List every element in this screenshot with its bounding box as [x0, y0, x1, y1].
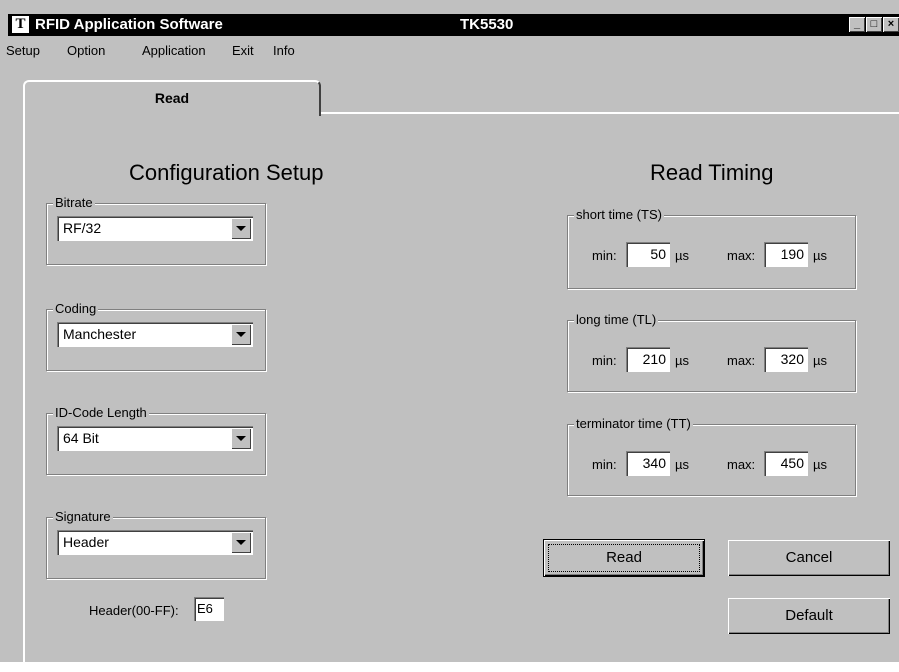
coding-label: Coding — [53, 301, 99, 316]
terminator-min-unit: µs — [675, 457, 689, 472]
short-min-label: min: — [592, 248, 617, 263]
menu-info[interactable]: Info — [273, 43, 295, 58]
short-min-unit: µs — [675, 248, 689, 263]
chevron-down-icon[interactable] — [231, 532, 251, 553]
short-time-label: short time (TS) — [574, 207, 664, 222]
long-min-label: min: — [592, 353, 617, 368]
long-min-unit: µs — [675, 353, 689, 368]
menu-setup[interactable]: Setup — [6, 43, 40, 58]
long-time-group: long time (TL) min: 210 µs max: 320 µs — [567, 312, 856, 392]
header-hex-input[interactable]: E6 — [194, 597, 224, 621]
menu-exit[interactable]: Exit — [232, 43, 254, 58]
terminator-max-label: max: — [727, 457, 756, 472]
header-hex-label: Header(00-FF): — [89, 603, 179, 618]
short-max-unit: µs — [813, 248, 827, 263]
app-title: RFID Application Software — [35, 16, 223, 33]
configuration-title: Configuration Setup — [129, 160, 324, 185]
read-timing-title: Read Timing — [650, 160, 774, 185]
minimize-icon[interactable]: _ — [849, 17, 865, 32]
long-max-unit: µs — [813, 353, 827, 368]
coding-value: Manchester — [63, 326, 137, 342]
tab-read[interactable]: Read — [23, 80, 321, 116]
long-max-input[interactable]: 320 — [764, 347, 808, 372]
bitrate-value: RF/32 — [63, 220, 102, 236]
signature-label: Signature — [53, 509, 113, 524]
coding-group: Coding Manchester — [46, 301, 266, 371]
terminator-min-input[interactable]: 340 — [626, 451, 670, 476]
bitrate-label: Bitrate — [53, 195, 95, 210]
default-button-label: Default — [785, 607, 833, 624]
terminator-max-unit: µs — [813, 457, 827, 472]
long-max-label: max: — [727, 353, 756, 368]
close-icon[interactable]: × — [883, 17, 899, 32]
chevron-down-icon[interactable] — [231, 428, 251, 449]
short-time-group: short time (TS) min: 50 µs max: 190 µs — [567, 207, 856, 289]
menu-bar: Setup Option Application Exit Info — [0, 37, 899, 61]
id-code-length-label: ID-Code Length — [53, 405, 149, 420]
short-min-input[interactable]: 50 — [626, 242, 670, 267]
chevron-down-icon[interactable] — [231, 218, 251, 239]
long-time-label: long time (TL) — [574, 312, 659, 327]
read-button[interactable]: Read — [543, 539, 705, 577]
cancel-button[interactable]: Cancel — [728, 540, 890, 576]
id-code-length-select[interactable]: 64 Bit — [57, 426, 253, 451]
terminator-time-label: terminator time (TT) — [574, 416, 693, 431]
signature-value: Header — [63, 534, 109, 550]
coding-select[interactable]: Manchester — [57, 322, 253, 347]
id-code-length-group: ID-Code Length 64 Bit — [46, 405, 266, 475]
short-max-label: max: — [727, 248, 756, 263]
cancel-button-label: Cancel — [785, 549, 833, 566]
app-logo-icon: T — [12, 16, 29, 33]
title-bar: T RFID Application Software TK5530 _ □ × — [8, 14, 899, 36]
tab-divider — [318, 112, 899, 114]
bitrate-group: Bitrate RF/32 — [46, 195, 266, 265]
terminator-max-input[interactable]: 450 — [764, 451, 808, 476]
menu-application[interactable]: Application — [142, 43, 206, 58]
menu-option[interactable]: Option — [67, 43, 105, 58]
signature-select[interactable]: Header — [57, 530, 253, 555]
tab-panel — [23, 114, 899, 672]
terminator-min-label: min: — [592, 457, 617, 472]
long-min-input[interactable]: 210 — [626, 347, 670, 372]
window-bottom-edge — [0, 662, 899, 672]
signature-group: Signature Header — [46, 509, 266, 579]
read-button-label: Read — [606, 549, 642, 566]
chevron-down-icon[interactable] — [231, 324, 251, 345]
id-code-length-value: 64 Bit — [63, 430, 99, 446]
app-window: T RFID Application Software TK5530 _ □ ×… — [0, 0, 899, 672]
default-button[interactable]: Default — [728, 598, 890, 634]
short-max-input[interactable]: 190 — [764, 242, 808, 267]
terminator-time-group: terminator time (TT) min: 340 µs max: 45… — [567, 416, 856, 496]
model-title: TK5530 — [460, 16, 514, 33]
bitrate-select[interactable]: RF/32 — [57, 216, 253, 241]
tab-read-label: Read — [154, 90, 190, 106]
maximize-icon[interactable]: □ — [866, 17, 882, 32]
